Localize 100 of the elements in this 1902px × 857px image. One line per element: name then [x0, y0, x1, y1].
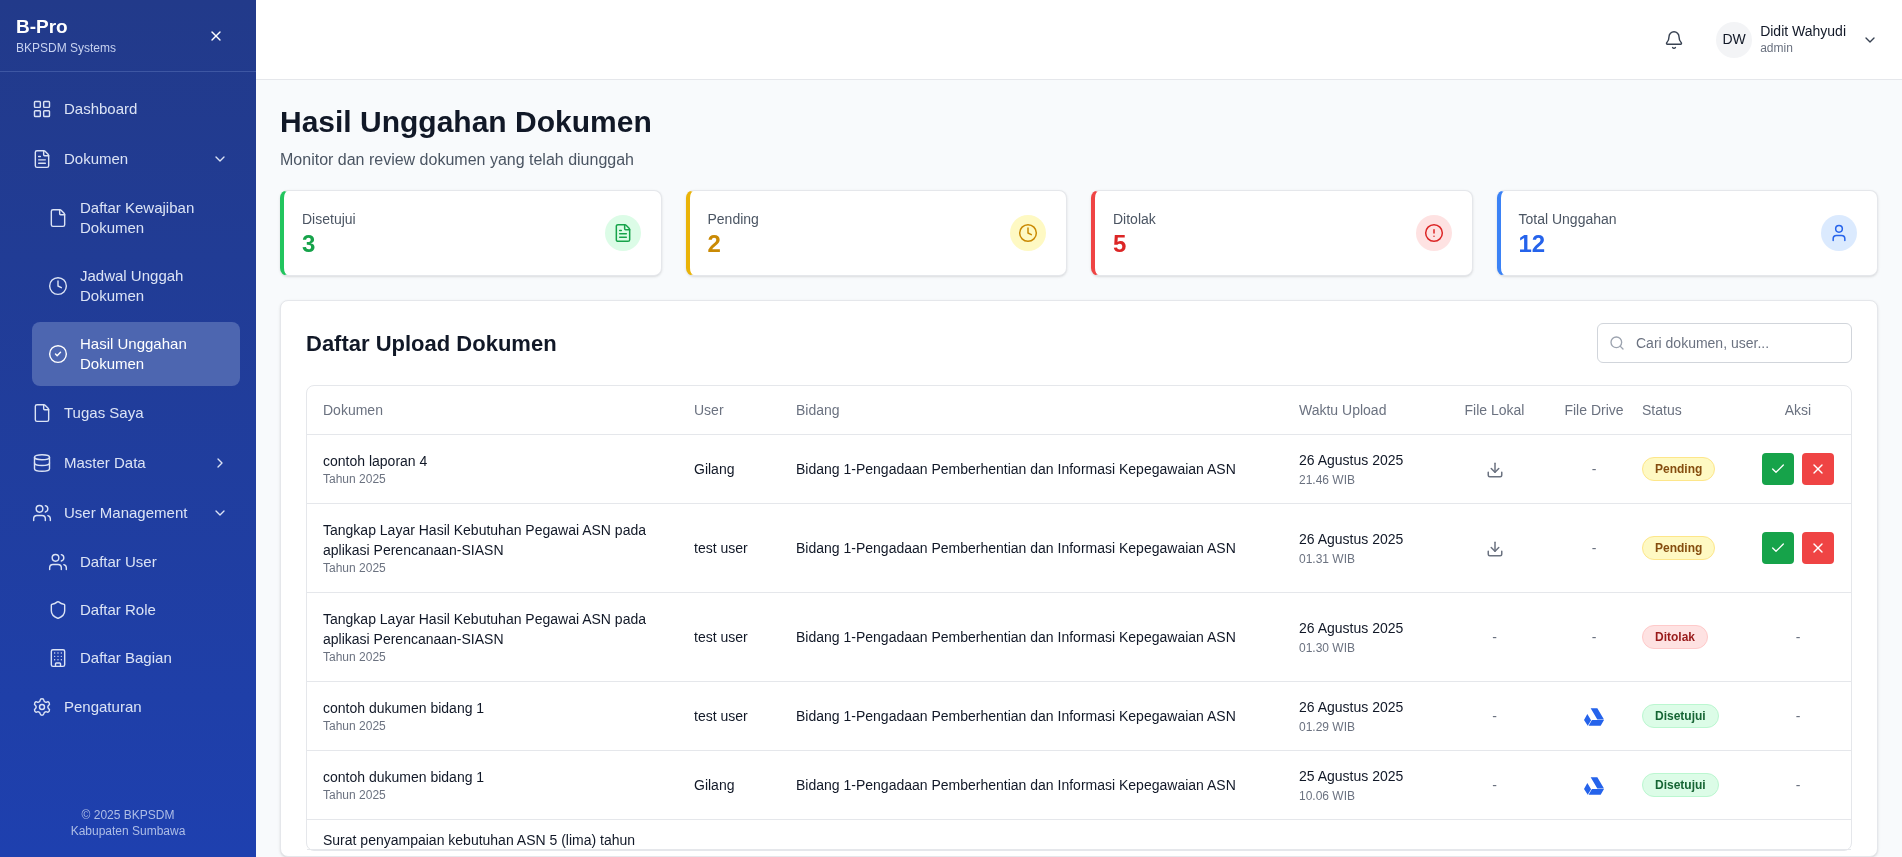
bidang-cell-text: Bidang 1-Pengadaan Pemberhentian dan Informasi Kepegawaian ASN	[796, 459, 1237, 479]
approve-button[interactable]	[1762, 532, 1794, 564]
user-cell-text: test user	[694, 706, 749, 726]
empty-cell: -	[1591, 539, 1597, 556]
stat-label: Pending	[707, 209, 759, 229]
document-name: Tangkap Layar Hasil Kebutuhan Pegawai ASN pada aplikasi Perencanaan-SIASN	[323, 521, 647, 560]
upload-time: 01.29 WIB	[1299, 718, 1357, 736]
file-icon	[32, 403, 52, 423]
document-name: contoh dukumen bidang 1	[323, 699, 486, 718]
upload-date: 26 Agustus 2025	[1299, 450, 1405, 470]
check-circle-icon	[48, 344, 68, 364]
user-cell-text: Gilang	[694, 459, 736, 479]
sidebar-item[interactable]: Dokumen	[16, 136, 240, 182]
sidebar-item[interactable]: User Management	[16, 490, 240, 536]
search-field[interactable]: Cari dokumen, user...	[1597, 323, 1852, 363]
document-name: Surat penyampaian kebutuhan ASN 5 (lima) tahun	[323, 831, 637, 850]
sidebar-item[interactable]: Master Data	[16, 440, 240, 486]
drive-icon	[1584, 776, 1604, 795]
shield-icon	[48, 600, 68, 620]
sidebar-item[interactable]: Dashboard	[16, 86, 240, 132]
upload-date: 26 Agustus 2025	[1299, 618, 1405, 638]
download-icon[interactable]	[1485, 460, 1504, 479]
table-title: Daftar Upload Dokumen	[306, 330, 557, 358]
upload-date: 26 Agustus 2025	[1299, 529, 1405, 549]
status-badge: Disetujui	[1642, 704, 1719, 728]
column-header: Status	[1642, 400, 1683, 420]
sidebar-item[interactable]: Daftar User	[32, 540, 240, 584]
empty-cell: -	[1591, 628, 1597, 645]
bell-icon[interactable]	[1664, 29, 1685, 50]
sidebar-item[interactable]: Daftar Bagian	[32, 636, 240, 680]
users-icon	[48, 552, 68, 572]
avatar[interactable]: DW	[1716, 21, 1753, 58]
bidang-cell-text: Bidang 1-Pengadaan Pemberhentian dan Informasi Kepegawaian ASN	[796, 775, 1237, 795]
upload-date: 25 Agustus 2025	[1299, 766, 1405, 786]
settings-icon	[32, 697, 52, 717]
empty-cell: -	[1795, 628, 1801, 645]
user-cell-text: test user	[694, 627, 749, 647]
empty-cell: -	[1492, 628, 1497, 645]
building-icon	[48, 648, 68, 668]
sidebar-item[interactable]: Daftar Kewajiban Dokumen	[32, 186, 240, 250]
document-year: Tahun 2025	[323, 718, 387, 734]
database-icon	[32, 453, 52, 473]
brand-subtitle: BKPSDM Systems	[16, 39, 117, 57]
user-name: Didit Wahyudi	[1760, 23, 1846, 41]
document-name: contoh dukumen bidang 1	[323, 768, 486, 787]
document-year: Tahun 2025	[323, 787, 387, 803]
column-header: File Lokal	[1463, 400, 1526, 420]
brand-name: B-Pro	[16, 14, 69, 39]
stat-value: 12	[1518, 229, 1547, 258]
document-name: Tangkap Layar Hasil Kebutuhan Pegawai ASN pada aplikasi Perencanaan-SIASN	[323, 610, 647, 649]
sidebar-item[interactable]: Jadwal Unggah Dokumen	[32, 254, 240, 318]
stat-value: 3	[302, 229, 317, 258]
user-icon	[1821, 215, 1857, 251]
drive-icon	[1584, 707, 1604, 726]
document-name: contoh laporan 4	[323, 452, 429, 471]
bidang-cell-text: Bidang 1-Pengadaan Pemberhentian dan Informasi Kepegawaian ASN	[796, 706, 1237, 726]
file-icon	[48, 208, 68, 228]
user-role: admin	[1760, 40, 1794, 56]
column-header: File Drive	[1563, 400, 1625, 420]
empty-cell: -	[1492, 776, 1497, 793]
clock-icon	[48, 276, 68, 296]
column-header: Aksi	[1783, 400, 1813, 420]
users-icon	[32, 503, 52, 523]
document-year: Tahun 2025	[323, 471, 387, 487]
stat-label: Ditolak	[1113, 209, 1156, 229]
sidebar-item[interactable]: Pengaturan	[16, 684, 240, 730]
footer-text: Kabupaten Sumbawa	[69, 823, 187, 839]
user-cell-text: test user	[694, 538, 749, 558]
upload-time: 10.06 WIB	[1299, 787, 1357, 805]
footer-text: © 2025 BKPSDM	[80, 807, 176, 823]
bidang-cell-text: Bidang 1-Pengadaan Pemberhentian dan Informasi Kepegawaian ASN	[796, 538, 1237, 558]
upload-time: 01.31 WIB	[1299, 550, 1357, 568]
reject-button[interactable]	[1802, 453, 1834, 485]
sidebar-item[interactable]: Tugas Saya	[16, 390, 240, 436]
reject-button[interactable]	[1802, 532, 1834, 564]
document-icon	[604, 215, 641, 251]
sidebar-item[interactable]: Daftar Role	[32, 588, 240, 632]
stat-value: 2	[707, 229, 722, 258]
empty-cell: -	[1795, 776, 1801, 793]
page-subtitle: Monitor dan review dokumen yang telah diunggah	[280, 150, 635, 170]
empty-cell: -	[1492, 707, 1497, 724]
status-badge: Pending	[1642, 536, 1716, 560]
document-icon	[32, 149, 52, 169]
column-header: User	[694, 400, 725, 420]
empty-cell: -	[1795, 707, 1801, 724]
bidang-cell-text: Bidang 1-Pengadaan Pemberhentian dan Informasi Kepegawaian ASN	[796, 627, 1237, 647]
status-badge: Ditolak	[1642, 625, 1708, 649]
sidebar-item[interactable]: Hasil Unggahan Dokumen	[32, 322, 240, 386]
upload-date: 26 Agustus 2025	[1299, 697, 1405, 717]
upload-time: 21.46 WIB	[1299, 471, 1357, 489]
document-year: Tahun 2025	[323, 560, 387, 576]
approve-button[interactable]	[1762, 453, 1794, 485]
stat-label: Total Unggahan	[1518, 209, 1617, 229]
user-cell-text: Gilang	[694, 775, 736, 795]
download-icon[interactable]	[1485, 539, 1504, 558]
clock-icon	[1010, 215, 1046, 251]
search-icon	[1609, 335, 1625, 351]
stat-value: 5	[1113, 229, 1128, 258]
page-title: Hasil Unggahan Dokumen	[280, 104, 653, 140]
status-badge: Disetujui	[1642, 773, 1719, 797]
